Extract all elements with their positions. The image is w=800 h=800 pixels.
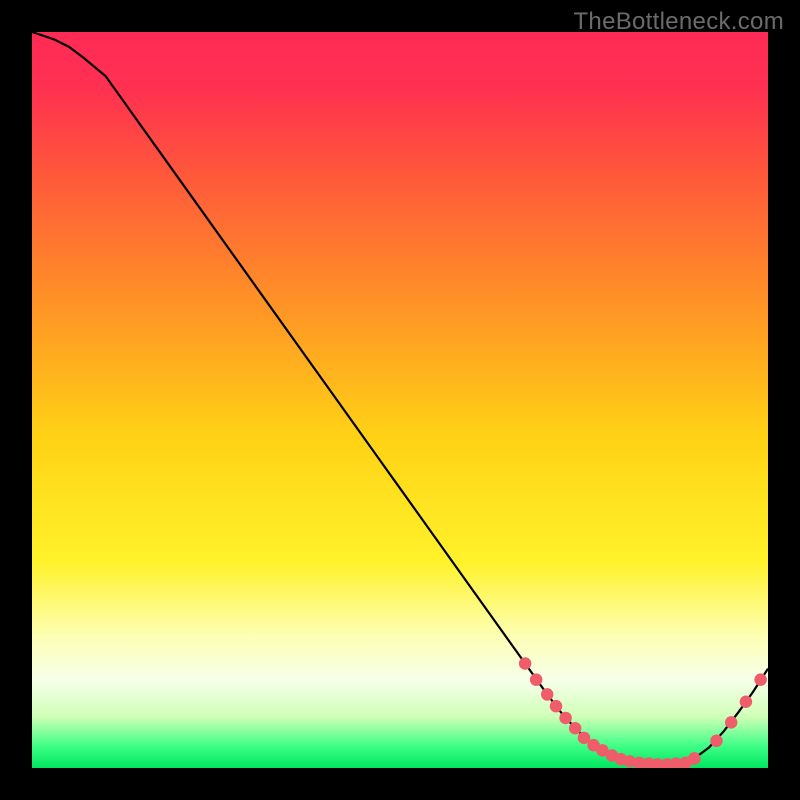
plot-area bbox=[32, 32, 768, 768]
watermark-label: TheBottleneck.com bbox=[573, 8, 784, 36]
chart-svg bbox=[32, 32, 768, 768]
chart-container: TheBottleneck.com bbox=[0, 0, 800, 800]
gradient-background bbox=[32, 32, 768, 768]
